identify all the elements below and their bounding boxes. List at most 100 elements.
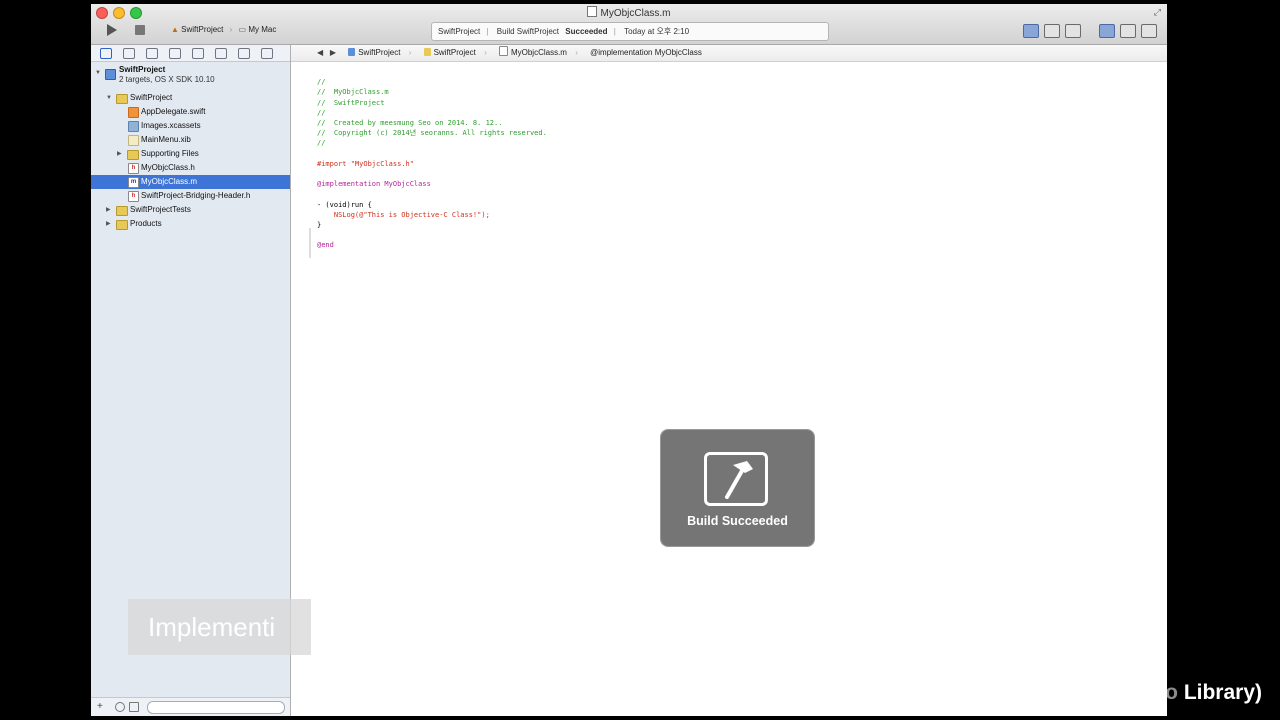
hud-label: Build Succeeded <box>687 514 788 528</box>
tree-item-myobjcclass-m[interactable]: m MyObjcClass.m <box>91 175 290 189</box>
tree-item-label: Supporting Files <box>141 149 199 158</box>
tree-item-supporting-files[interactable]: ▶ Supporting Files <box>91 147 290 161</box>
document-icon <box>587 6 598 17</box>
debug-navigator-tab-icon[interactable] <box>215 47 227 59</box>
tree-project-root[interactable]: ▼ SwiftProject 2 targets, OS X SDK 10.10 <box>91 65 290 88</box>
add-icon[interactable]: + <box>97 701 103 712</box>
tree-item-label: SwiftProjectTests <box>130 205 191 214</box>
crumb-label: @implementation MyObjcClass <box>590 48 702 57</box>
folder-icon <box>116 220 128 230</box>
destination-label: My Mac <box>248 25 277 34</box>
jumpbar-crumb-group[interactable]: SwiftProject <box>423 48 476 57</box>
mac-icon: ▭ <box>238 25 247 34</box>
scheme-selector[interactable]: ▲ SwiftProject › ▭ My Mac <box>171 25 276 34</box>
standard-editor-icon[interactable] <box>1023 24 1039 38</box>
log-navigator-tab-icon[interactable] <box>261 47 273 59</box>
tree-item-appdelegate[interactable]: AppDelegate.swift <box>91 105 290 119</box>
version-editor-icon[interactable] <box>1065 24 1081 38</box>
bgm-credit: BGM: Trancer (from Youtube Audio Library… <box>828 681 1262 705</box>
tree-item-label: MainMenu.xib <box>141 135 191 144</box>
scheme-label: SwiftProject <box>181 25 224 34</box>
code-line: // Copyright (c) 2014년 seoranns. All rig… <box>317 129 547 138</box>
header-file-icon: h <box>128 163 139 174</box>
navigator-toggle-icon[interactable] <box>1099 24 1115 38</box>
tree-item-images-xcassets[interactable]: Images.xcassets <box>91 119 290 133</box>
test-navigator-tab-icon[interactable] <box>192 47 204 59</box>
disclosure-closed-icon[interactable]: ▶ <box>106 217 111 231</box>
project-icon <box>348 48 356 56</box>
tree-item-label: MyObjcClass.m <box>141 177 198 186</box>
code-line: // <box>317 139 326 148</box>
hammer-glyph <box>725 461 753 499</box>
activity-build-status: Succeeded <box>565 27 608 36</box>
xib-file-icon <box>128 135 139 146</box>
disclosure-closed-icon[interactable]: ▶ <box>106 203 111 217</box>
source-editor: ◀ ▶ SwiftProject › SwiftProject › MyObjc… <box>291 45 1167 716</box>
disclosure-closed-icon[interactable]: ▶ <box>117 147 122 161</box>
header-file-icon: h <box>128 191 139 202</box>
tree-item-swiftproject-group[interactable]: ▼ SwiftProject <box>91 91 290 105</box>
navigator-tabs <box>91 45 290 62</box>
debug-area-toggle-icon[interactable] <box>1120 24 1136 38</box>
code-line-import: #import "MyObjcClass.h" <box>317 159 414 168</box>
utilities-toggle-icon[interactable] <box>1141 24 1157 38</box>
code-line: // MyObjcClass.m <box>317 88 389 97</box>
jump-bar: ◀ ▶ SwiftProject › SwiftProject › MyObjc… <box>291 45 1167 62</box>
toolbar-right-group <box>1023 24 1157 38</box>
bgm-credit-solid: Library) <box>1183 681 1262 704</box>
project-navigator-tab-icon[interactable] <box>100 47 112 59</box>
project-subtitle: 2 targets, OS X SDK 10.10 <box>119 75 215 84</box>
disclosure-open-icon[interactable]: ▼ <box>95 66 101 80</box>
code-line-nslog: NSLog(@"This is Objective-C Class!"); <box>317 210 490 219</box>
build-succeeded-hud: Build Succeeded <box>661 430 814 546</box>
run-button[interactable] <box>107 24 117 36</box>
activity-project: SwiftProject <box>438 27 481 36</box>
tree-item-myobjcclass-h[interactable]: h MyObjcClass.h <box>91 161 290 175</box>
code-line-implementation: @implementation MyObjcClass <box>317 180 431 189</box>
jumpbar-crumb-project[interactable]: SwiftProject <box>348 48 400 57</box>
tree-item-label: AppDelegate.swift <box>141 107 206 116</box>
asset-catalog-icon <box>128 121 139 132</box>
tree-item-label: SwiftProject <box>130 93 173 102</box>
tree-item-bridging-header[interactable]: h SwiftProject-Bridging-Header.h <box>91 189 290 203</box>
source-control-filter-icon[interactable] <box>129 702 139 712</box>
activity-build-prefix: Build SwiftProject <box>496 27 560 36</box>
activity-time: Today at 오후 2:10 <box>624 27 690 36</box>
implementation-file-icon: m <box>128 177 139 188</box>
crumb-label: SwiftProject <box>358 48 401 57</box>
video-caption: Implementi <box>128 599 311 655</box>
code-fold-marker[interactable] <box>309 228 311 258</box>
project-icon <box>105 69 116 80</box>
code-line-method: - (void)run { <box>317 200 372 209</box>
scheme-icon: ▲ <box>171 25 179 34</box>
activity-viewer: SwiftProject | Build SwiftProject Succee… <box>431 22 829 41</box>
stop-button[interactable] <box>135 25 145 35</box>
navigator-filter-bar: + <box>91 697 290 716</box>
folder-icon <box>423 48 431 56</box>
code-line: // SwiftProject <box>317 98 385 107</box>
crumb-label: SwiftProject <box>433 48 476 57</box>
tree-item-label: Products <box>130 219 162 228</box>
jumpbar-crumb-symbol[interactable]: @implementation MyObjcClass <box>590 48 702 57</box>
issue-navigator-tab-icon[interactable] <box>169 47 181 59</box>
jumpbar-crumb-file[interactable]: MyObjcClass.m <box>498 46 567 57</box>
tree-item-mainmenu-xib[interactable]: MainMenu.xib <box>91 133 290 147</box>
back-forward-icons[interactable]: ◀ ▶ <box>317 45 336 61</box>
navigator-filter-input[interactable] <box>147 701 285 714</box>
tree-item-label: MyObjcClass.h <box>141 163 195 172</box>
disclosure-open-icon[interactable]: ▼ <box>106 91 112 105</box>
fullscreen-icon[interactable]: ⤢ <box>1154 7 1161 18</box>
assistant-editor-icon[interactable] <box>1044 24 1060 38</box>
code-line-end: @end <box>317 241 334 250</box>
hammer-icon <box>704 452 768 506</box>
symbol-navigator-tab-icon[interactable] <box>123 47 135 59</box>
breakpoint-navigator-tab-icon[interactable] <box>238 47 250 59</box>
tree-item-swiftprojecttests[interactable]: ▶ SwiftProjectTests <box>91 203 290 217</box>
find-navigator-tab-icon[interactable] <box>146 47 158 59</box>
recent-files-icon[interactable] <box>115 702 125 712</box>
tree-item-products[interactable]: ▶ Products <box>91 217 290 231</box>
code-text[interactable]: // // MyObjcClass.m // SwiftProject // /… <box>317 67 547 261</box>
window-title: MyObjcClass.m <box>91 6 1167 19</box>
swift-file-icon <box>128 107 139 118</box>
caption-text: Implementi <box>148 612 276 642</box>
